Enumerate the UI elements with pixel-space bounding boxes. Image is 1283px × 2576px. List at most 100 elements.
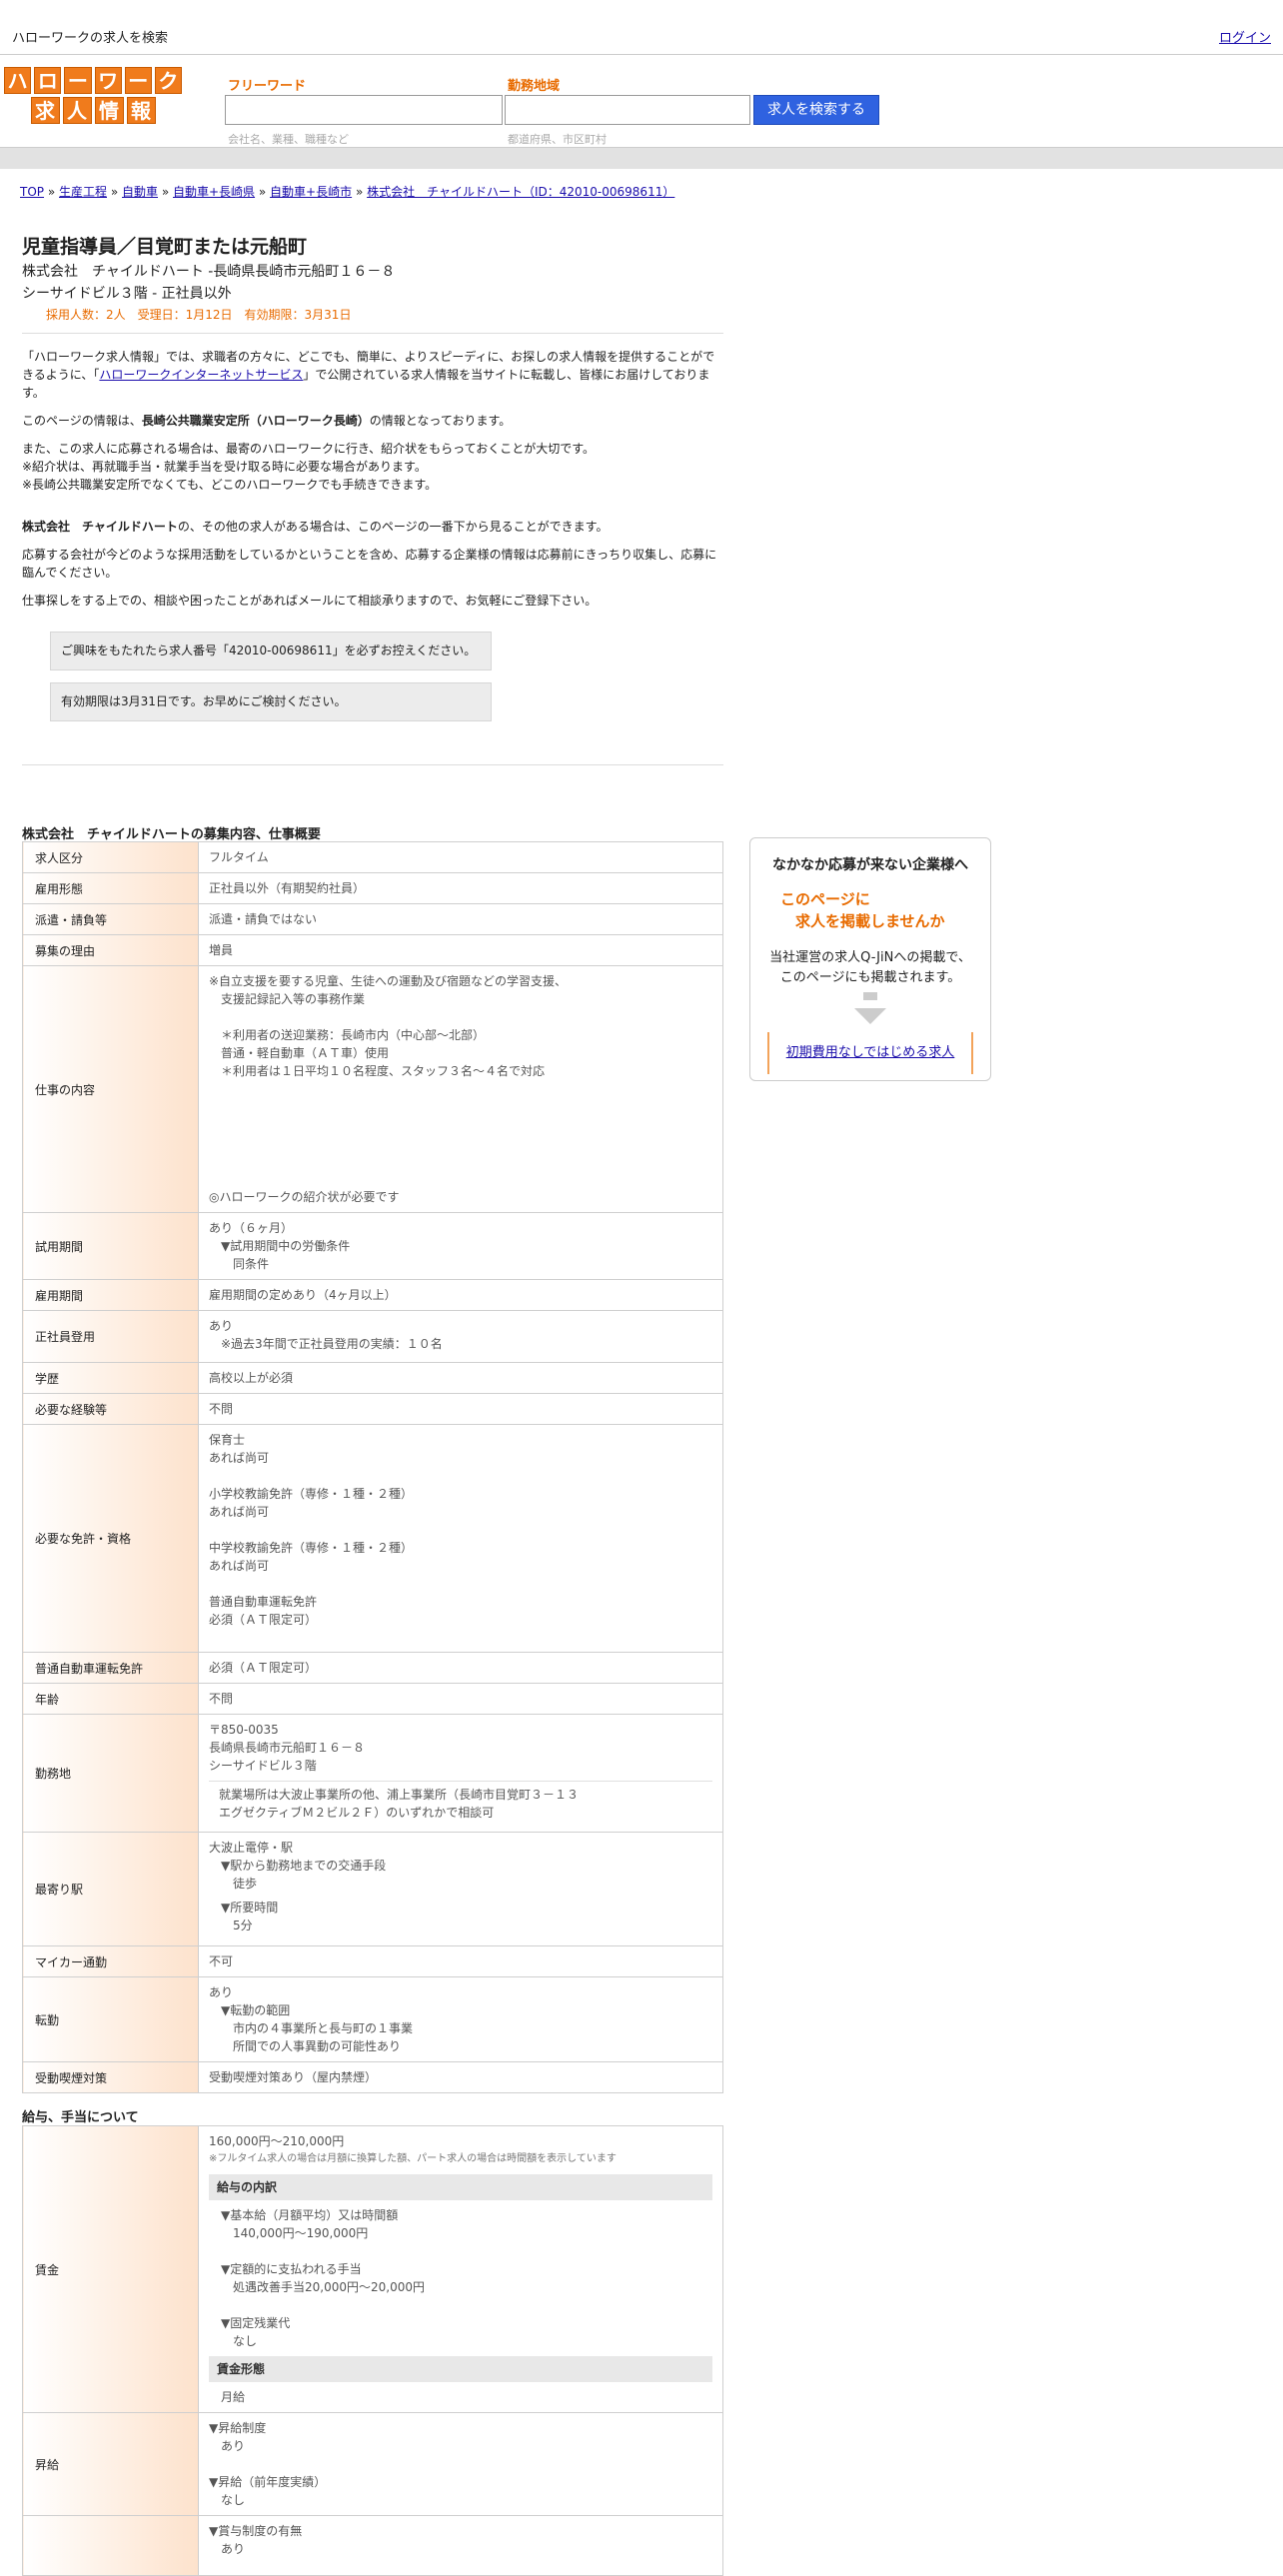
advertise-link-box: 初期費用なしではじめる求人 <box>767 1032 973 1074</box>
advertise-link[interactable]: 初期費用なしではじめる求人 <box>786 1045 955 1060</box>
job-overview-table: 求人区分 フルタイム 雇用形態 正社員以外（有期契約社員） 派遣・請負等 派遣・請負ではな… <box>22 841 723 2093</box>
row-value-text: 受動喫煙対策あり（屋内禁煙） <box>209 2070 378 2084</box>
breakdown-heading: 給与の内訳 <box>209 2174 712 2200</box>
wage-form-heading: 賃金形態 <box>209 2356 712 2382</box>
row-key: 試用期間 <box>22 1212 199 1280</box>
section-title-wage: 給与、手当について <box>22 2110 139 2125</box>
table-row: 雇用期間 雇用期間の定めあり（4ヶ月以上） <box>22 1279 723 1311</box>
row-key: 必要な経験等 <box>22 1393 199 1425</box>
row-key: マイカー通勤 <box>22 1945 199 1977</box>
advertise-box: なかなか応募が来ない企業様へ このページに 求人を掲載しませんか 当社運営の求人… <box>749 837 991 1081</box>
other-jobs-paragraph: 株式会社 チャイルドハートの、その他の求人がある場合は、このページの一番下から見… <box>22 520 609 534</box>
logo-cell: 人 <box>62 97 92 124</box>
breadcrumb: TOP » 生産工程 » 自動車 » 自動車+長崎県 » 自動車+長崎市 » 株… <box>20 185 675 199</box>
table-row: 必要な免許・資格 保育士 あれば尚可 小学校教諭免許（専修・１種・２種） あれば尚… <box>22 1424 723 1653</box>
logo-cell: 情 <box>94 97 124 124</box>
job-number-note: ご興味をもたれたら求人番号「42010-00698611」を必ずお控えください。 <box>50 632 492 670</box>
row-value: 不可 <box>198 1945 723 1977</box>
search-button[interactable]: 求人を検索する <box>753 95 879 125</box>
row-value: 増員 <box>198 934 723 966</box>
row-value-text: ※自立支援を要する児童、生徒への運動及び宿題などの学習支援、 支援記録記入等の事… <box>209 974 568 1204</box>
row-key: 必要な免許・資格 <box>22 1424 199 1653</box>
breadcrumb-category[interactable]: 生産工程 <box>59 185 107 199</box>
job-company-address: 株式会社 チャイルドハート -長崎県長崎市元船町１６－８ <box>22 264 396 280</box>
advertise-heading: なかなか応募が来ない企業様へ <box>772 857 968 873</box>
row-value: 保育士 あれば尚可 小学校教諭免許（専修・１種・２種） あれば尚可 中学校教諭免… <box>198 1424 723 1653</box>
area-input[interactable] <box>505 95 750 125</box>
row-value: 受動喫煙対策あり（屋内禁煙） <box>198 2061 723 2093</box>
row-key: 転勤 <box>22 1976 199 2062</box>
row-key: 学歴 <box>22 1362 199 1394</box>
row-value: 〒850-0035 長崎県長崎市元船町１６－８ シーサイドビル３階就業場所は大波… <box>198 1714 723 1833</box>
wage-table: 賃金 160,000円〜210,000円 ※フルタイム求人の場合は月額に換算した… <box>22 2125 723 2576</box>
table-row: 年齢 不問 <box>22 1683 723 1715</box>
table-row: 試用期間 あり（６ヶ月） ▼試用期間中の労働条件 同条件 <box>22 1212 723 1280</box>
breadcrumb-top[interactable]: TOP <box>20 185 44 199</box>
referral-paragraph: また、この求人に応募される場合は、最寄のハローワークに行き、紹介状をもらっておく… <box>22 442 596 492</box>
bonus-cell: ▼賞与制度の有無 あり <box>198 2515 723 2576</box>
breadcrumb-city[interactable]: 自動車+長崎市 <box>270 185 352 199</box>
logo-cell: ハ <box>3 67 32 94</box>
hellowork-internet-link[interactable]: ハローワークインターネットサービス <box>99 368 303 382</box>
row-value: あり ▼転勤の範囲 市内の４事業所と長与町の１事業 所間での人事異動の可能性あり <box>198 1976 723 2062</box>
table-row: 雇用形態 正社員以外（有期契約社員） <box>22 872 723 904</box>
advice-paragraph: 応募する会社が今どのような採用活動をしているかということを含め、応募する企業様の… <box>22 548 717 580</box>
row-value-text: 雇用期間の定めあり（4ヶ月以上） <box>209 1288 397 1302</box>
top-bar: ハローワークの求人を検索 ログイン <box>0 0 1283 55</box>
wage-form-value: 月給 <box>221 2390 246 2404</box>
job-building-type: シーサイドビル３階 - 正社員以外 <box>22 286 232 302</box>
breadcrumb-industry[interactable]: 自動車 <box>122 185 158 199</box>
row-value-text: 不可 <box>209 1954 234 1968</box>
table-row: 正社員登用 あり ※過去3年間で正社員登用の実績：１０名 <box>22 1310 723 1363</box>
row-value: 雇用期間の定めあり（4ヶ月以上） <box>198 1279 723 1311</box>
logo-cell: 報 <box>126 97 156 124</box>
job-header: 児童指導員／目覚町または元船町 株式会社 チャイルドハート -長崎県長崎市元船町… <box>22 232 721 323</box>
table-row: 昇給 ▼昇給制度 あり ▼昇給（前年度実績） なし <box>22 2412 723 2516</box>
row-value-text: フルタイム <box>209 850 269 864</box>
row-value: 正社員以外（有期契約社員） <box>198 872 723 904</box>
row-value-text: 高校以上が必須 <box>209 1371 294 1385</box>
table-row: 学歴 高校以上が必須 <box>22 1362 723 1394</box>
table-row: 求人区分 フルタイム <box>22 841 723 873</box>
divider <box>22 333 723 334</box>
breadcrumb-prefecture[interactable]: 自動車+長崎県 <box>173 185 255 199</box>
row-value: 必須（ＡＴ限定可） <box>198 1652 723 1684</box>
row-value-text: あり ▼転勤の範囲 市内の４事業所と長与町の１事業 所間での人事異動の可能性あり <box>209 1985 414 2053</box>
row-value-text-extra: 就業場所は大波止事業所の他、浦上事業所（長崎市目覚町３－１３ エグゼクティブＭ２… <box>209 1781 712 1822</box>
logo-cell: ロ <box>34 67 62 94</box>
row-key: 昇給 <box>22 2412 199 2516</box>
keyword-input[interactable] <box>225 95 503 125</box>
row-value: 不問 <box>198 1393 723 1425</box>
logo-cell: ー <box>64 67 92 94</box>
row-value: あり ※過去3年間で正社員登用の実績：１０名 <box>198 1310 723 1363</box>
row-value: 派遣・請負ではない <box>198 903 723 935</box>
search-header: ハローワーク 求人情報 フリーワード 会社名、業種、職種など 勤務地域 都道府県… <box>0 55 1283 147</box>
row-key: 賃金 <box>22 2125 199 2413</box>
table-row: 受動喫煙対策 受動喫煙対策あり（屋内禁煙） <box>22 2061 723 2093</box>
logo-cell: 求 <box>30 97 60 124</box>
job-meta: 採用人数：2人 受理日：1月12日 有効期限：3月31日 <box>46 308 352 322</box>
row-key: 普通自動車運転免許 <box>22 1652 199 1684</box>
row-key: 求人区分 <box>22 841 199 873</box>
row-value-text: 保育士 あれば尚可 小学校教諭免許（専修・１種・２種） あれば尚可 中学校教諭免… <box>209 1433 414 1627</box>
row-value-text: 〒850-0035 長崎県長崎市元船町１６－８ シーサイドビル３階 <box>209 1723 366 1773</box>
row-value-text: 正社員以外（有期契約社員） <box>209 881 366 895</box>
table-row: 最寄り駅 大波止電停・駅 ▼駅から勤務地までの交通手段 徒歩 ▼所要時間 5分 <box>22 1832 723 1946</box>
advertise-catch: このページに 求人を掲載しませんか <box>780 890 945 930</box>
row-key: 最寄り駅 <box>22 1832 199 1946</box>
row-value-text: あり（６ヶ月） ▼試用期間中の労働条件 同条件 <box>209 1221 351 1271</box>
keyword-hint: 会社名、業種、職種など <box>228 133 349 146</box>
row-value: フルタイム <box>198 841 723 873</box>
row-value: あり（６ヶ月） ▼試用期間中の労働条件 同条件 <box>198 1212 723 1280</box>
area-label: 勤務地域 <box>508 79 561 94</box>
breadcrumb-job[interactable]: 株式会社 チャイルドハート（ID：42010-00698611） <box>367 185 674 199</box>
table-row: 賃金 160,000円〜210,000円 ※フルタイム求人の場合は月額に換算した… <box>22 2125 723 2413</box>
table-row: 普通自動車運転免許 必須（ＡＴ限定可） <box>22 1652 723 1684</box>
row-value-text: あり ※過去3年間で正社員登用の実績：１０名 <box>209 1319 443 1351</box>
login-link[interactable]: ログイン <box>1219 27 1271 46</box>
row-value-text: 増員 <box>209 943 234 957</box>
wage-note: ※フルタイム求人の場合は月額に換算した額、パート求人の場合は時間額を表示していま… <box>209 2153 617 2164</box>
hellowork-logo[interactable]: ハローワーク 求人情報 <box>3 67 183 125</box>
table-row: 派遣・請負等 派遣・請負ではない <box>22 903 723 935</box>
row-value-text: 必須（ＡＴ限定可） <box>209 1661 318 1675</box>
